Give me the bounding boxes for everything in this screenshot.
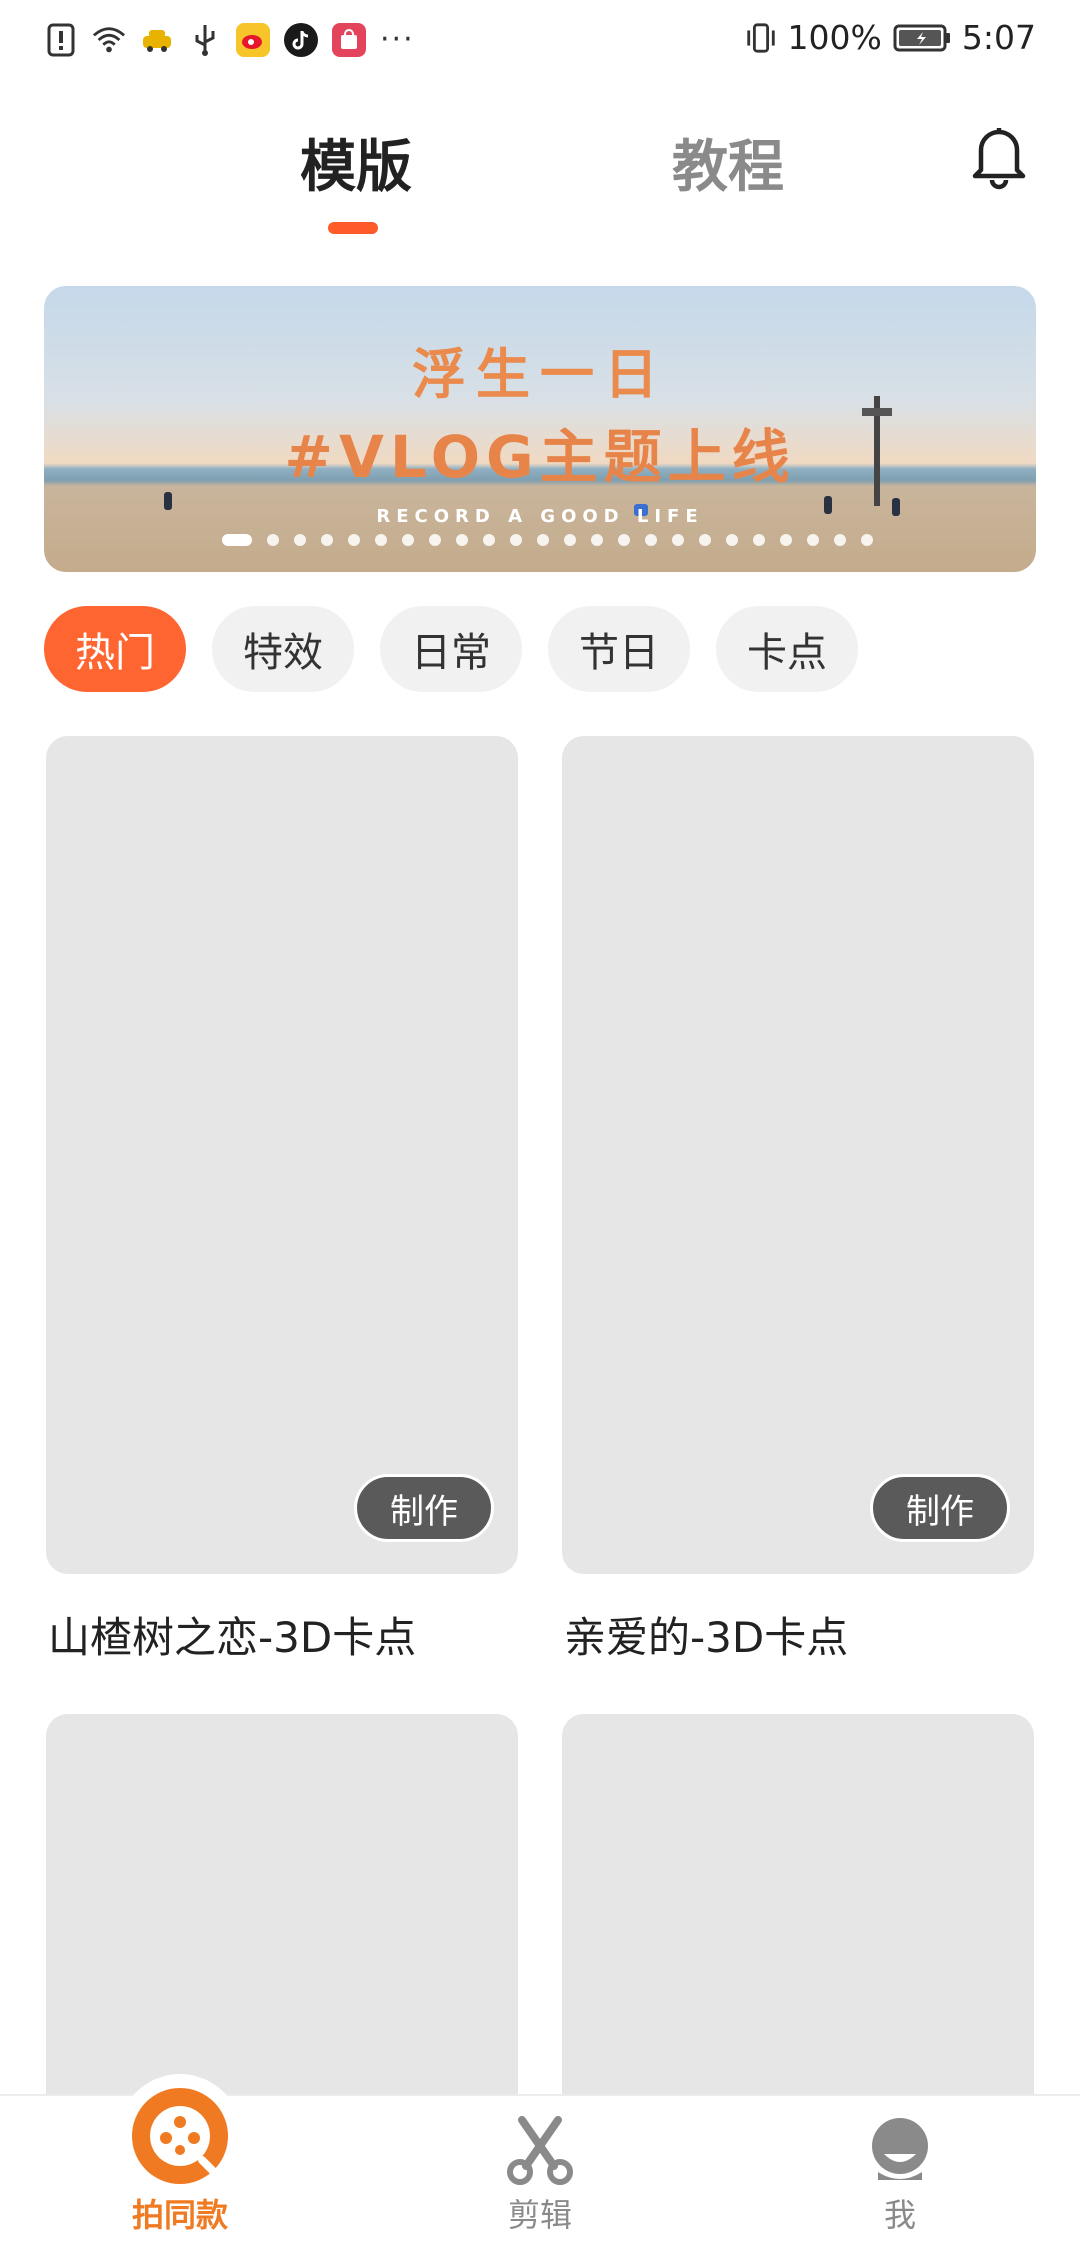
- more-notifications-icon: ···: [380, 22, 415, 57]
- category-chips: 热门 特效 日常 节日 卡点: [44, 606, 858, 692]
- banner-subtitle: #VLOG主题上线: [284, 423, 796, 491]
- film-reel-icon: [118, 2074, 242, 2198]
- page-dot: [429, 534, 441, 546]
- bottom-nav: 拍同款 剪辑 我: [0, 2074, 1080, 2246]
- status-icons-left: ···: [44, 22, 415, 57]
- vibrate-icon: [744, 21, 778, 55]
- scissors-icon: [504, 2114, 576, 2190]
- page-dot: [861, 534, 873, 546]
- page-dot: [267, 534, 279, 546]
- page-dot: [618, 534, 630, 546]
- status-icons-right: 100% 5:07: [744, 18, 1036, 57]
- tiktok-app-icon: [284, 22, 318, 57]
- chip-daily[interactable]: 日常: [380, 606, 522, 692]
- page-dot: [726, 534, 738, 546]
- page-dot: [537, 534, 549, 546]
- page-dot: [483, 534, 495, 546]
- wifi-icon: [92, 23, 126, 57]
- battery-icon: [892, 21, 952, 55]
- page-dot: [456, 534, 468, 546]
- template-card[interactable]: [562, 1714, 1034, 2094]
- alert-sim-icon: [44, 23, 78, 57]
- nav-label: 我: [883, 2196, 916, 2234]
- page-dot: [294, 534, 306, 546]
- nav-label: 剪辑: [507, 2196, 572, 2234]
- page-dot: [510, 534, 522, 546]
- banner-page-indicator: [222, 534, 873, 546]
- clock: 5:07: [961, 18, 1036, 57]
- template-card[interactable]: 制作: [46, 736, 518, 1574]
- usb-icon: [188, 23, 222, 57]
- template-title[interactable]: 山楂树之恋-3D卡点: [48, 1604, 416, 1665]
- page-dot: [564, 534, 576, 546]
- shopping-app-icon: [332, 22, 366, 57]
- page-dot: [780, 534, 792, 546]
- tab-tutorials[interactable]: 教程: [672, 122, 784, 203]
- nav-label: 拍同款: [131, 2196, 228, 2234]
- battery-percent: 100%: [787, 18, 882, 57]
- banner-title: 浮生一日: [412, 343, 668, 406]
- make-button[interactable]: 制作: [354, 1474, 494, 1542]
- page-dot-active: [222, 534, 252, 546]
- page-dot: [753, 534, 765, 546]
- page-dot: [402, 534, 414, 546]
- template-title[interactable]: 亲爱的-3D卡点: [564, 1604, 848, 1665]
- nav-item-edit[interactable]: 剪辑: [440, 2096, 640, 2246]
- page-dot: [645, 534, 657, 546]
- status-bar: ··· 100% 5:07: [0, 0, 1080, 86]
- chip-hot[interactable]: 热门: [44, 606, 186, 692]
- tab-templates[interactable]: 模版: [300, 122, 412, 203]
- profile-icon: [868, 2114, 932, 2188]
- make-button[interactable]: 制作: [870, 1474, 1010, 1542]
- chip-beat-sync[interactable]: 卡点: [716, 606, 858, 692]
- template-card[interactable]: [46, 1714, 518, 2094]
- top-header: 模版 教程: [0, 86, 1080, 256]
- page-dot: [834, 534, 846, 546]
- page-dot: [591, 534, 603, 546]
- page-dot: [348, 534, 360, 546]
- banner-tagline: RECORD A GOOD LIFE: [376, 506, 704, 527]
- bell-icon[interactable]: [964, 120, 1034, 190]
- taxi-app-icon: [140, 23, 174, 57]
- active-tab-indicator: [328, 222, 378, 234]
- weibo-app-icon: [236, 22, 270, 57]
- nav-item-shoot-same[interactable]: 拍同款: [80, 2074, 280, 2246]
- template-card[interactable]: 制作: [562, 736, 1034, 1574]
- page-dot: [672, 534, 684, 546]
- page-dot: [807, 534, 819, 546]
- chip-holiday[interactable]: 节日: [548, 606, 690, 692]
- page-dot: [321, 534, 333, 546]
- promo-banner[interactable]: 浮生一日 #VLOG主题上线 RECORD A GOOD LIFE: [44, 286, 1036, 572]
- nav-item-me[interactable]: 我: [800, 2096, 1000, 2246]
- page-dot: [375, 534, 387, 546]
- page-dot: [699, 534, 711, 546]
- chip-effects[interactable]: 特效: [212, 606, 354, 692]
